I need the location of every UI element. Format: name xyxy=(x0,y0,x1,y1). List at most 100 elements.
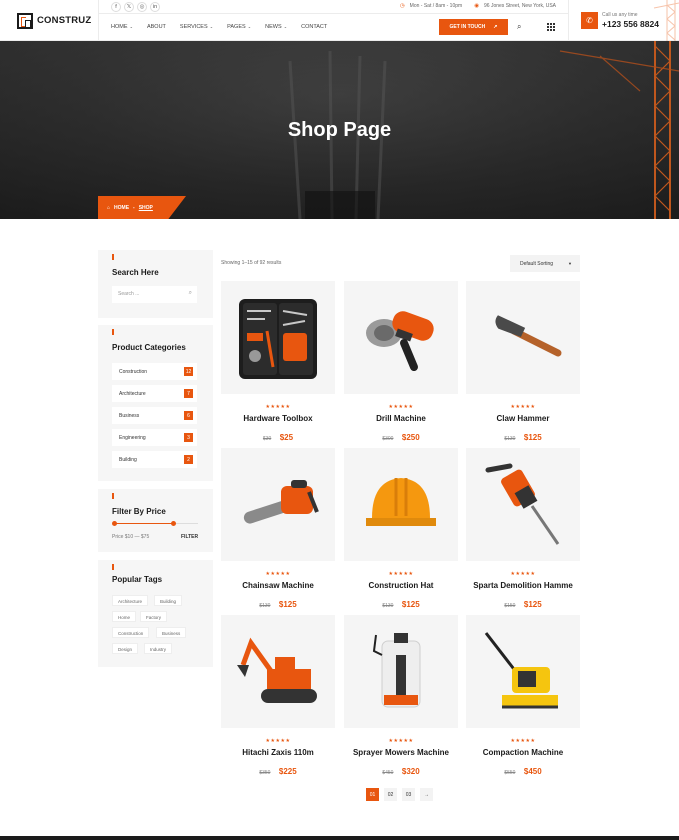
product-name[interactable]: Claw Hammer xyxy=(466,414,580,423)
product-price: $130 $125 xyxy=(221,594,335,612)
site-header: CONSTRUZ f 𝕏 ◎ in ◷ Mon - Sat / 8am - 10p… xyxy=(0,0,679,41)
price-max-handle[interactable] xyxy=(171,521,176,526)
search-placeholder: Search ... xyxy=(118,291,140,297)
search-icon[interactable]: ⌕ xyxy=(517,22,521,32)
product-name[interactable]: Construction Hat xyxy=(344,581,458,590)
product-image[interactable] xyxy=(344,615,458,728)
chevron-down-icon: ⌄ xyxy=(208,24,214,29)
nav-item-pages[interactable]: PAGES ⌄ xyxy=(227,24,251,30)
breadcrumb-home[interactable]: HOME xyxy=(114,205,129,211)
call-label: Call us any time xyxy=(602,12,638,18)
product-card[interactable]: ★★★★★ Sprayer Mowers Machine $450 $320 xyxy=(344,615,458,776)
instagram-icon[interactable]: ◎ xyxy=(137,2,147,12)
product-card[interactable]: ★★★★★ Construction Hat $130 $125 xyxy=(344,448,458,609)
opening-hours: Mon - Sat / 8am - 10pm xyxy=(409,3,463,9)
page-3[interactable]: 03 xyxy=(402,788,415,801)
product-image[interactable] xyxy=(344,281,458,394)
category-building[interactable]: Building 2 xyxy=(112,451,197,468)
rating-stars: ★★★★★ xyxy=(388,571,414,577)
category-label: Building xyxy=(119,457,137,463)
product-price: $550 $450 xyxy=(466,761,580,779)
tag-construction[interactable]: Construction xyxy=(112,627,150,638)
old-price: $130 xyxy=(382,603,394,609)
results-count: Showing 1–15 of 92 results xyxy=(221,260,282,266)
price-min-handle[interactable] xyxy=(112,521,117,526)
rating-stars: ★★★★★ xyxy=(388,738,414,744)
sale-price: $125 xyxy=(278,600,297,609)
page-title: Shop Page xyxy=(287,119,392,141)
product-image[interactable] xyxy=(466,281,580,394)
product-image[interactable] xyxy=(221,281,335,394)
product-card[interactable]: ★★★★★ Hitachi Zaxis 110m $350 $225 xyxy=(221,615,335,776)
footer-edge xyxy=(0,836,679,840)
category-construction[interactable]: Construction 12 xyxy=(112,363,197,380)
product-name[interactable]: Hitachi Zaxis 110m xyxy=(221,748,335,757)
nav-item-contact[interactable]: CONTACT xyxy=(301,24,327,30)
sale-price: $25 xyxy=(279,433,294,442)
product-card[interactable]: ★★★★★ Chainsaw Machine $130 $125 xyxy=(221,448,335,609)
product-image[interactable] xyxy=(221,448,335,561)
pagination: 01 02 03 → xyxy=(366,788,433,801)
page-2[interactable]: 02 xyxy=(384,788,397,801)
next-page-arrow-icon[interactable]: → xyxy=(420,788,433,801)
tag-architecture[interactable]: Architecture xyxy=(112,595,149,606)
product-card[interactable]: ★★★★★ Drill Machine $300 $250 xyxy=(344,281,458,442)
category-architecture[interactable]: Architecture 7 xyxy=(112,385,197,402)
sale-price: $125 xyxy=(401,600,420,609)
nav-item-home[interactable]: HOME ⌄ xyxy=(111,24,133,30)
tag-home[interactable]: Home xyxy=(112,611,137,622)
rating-stars: ★★★★★ xyxy=(265,404,291,410)
sort-value: Default Sorting xyxy=(520,261,554,267)
logo[interactable]: CONSTRUZ xyxy=(0,0,99,41)
tag-industry[interactable]: Industry xyxy=(144,643,173,654)
breadcrumb-separator: - xyxy=(133,204,135,211)
product-name[interactable]: Hardware Toolbox xyxy=(221,414,335,423)
tag-business[interactable]: Business xyxy=(156,627,187,638)
product-name[interactable]: Compaction Machine xyxy=(466,748,580,757)
category-business[interactable]: Business 6 xyxy=(112,407,197,424)
old-price: $350 xyxy=(259,770,271,776)
product-image[interactable] xyxy=(466,615,580,728)
product-name[interactable]: Sprayer Mowers Machine xyxy=(344,748,458,757)
cta-label: GET IN TOUCH xyxy=(449,24,486,30)
product-card[interactable]: ★★★★★ Claw Hammer $130 $125 xyxy=(466,281,580,442)
product-image[interactable] xyxy=(466,448,580,561)
tag-factory[interactable]: Factory xyxy=(140,611,168,622)
product-card[interactable]: ★★★★★ Compaction Machine $550 $450 xyxy=(466,615,580,776)
linkedin-icon[interactable]: in xyxy=(150,2,160,12)
product-name[interactable]: Drill Machine xyxy=(344,414,458,423)
top-info: ◷ Mon - Sat / 8am - 10pm ◉ 96 Jones Street… xyxy=(400,3,556,9)
nav-item-news[interactable]: NEWS ⌄ xyxy=(265,24,287,30)
search-input[interactable]: Search ... ⌕ xyxy=(112,286,197,303)
category-label: Business xyxy=(119,413,140,419)
tag-building[interactable]: Building xyxy=(154,595,183,606)
grid-menu-icon[interactable] xyxy=(547,23,555,31)
page-1[interactable]: 01 xyxy=(366,788,379,801)
widget-title: Search Here xyxy=(112,268,159,277)
tag-design[interactable]: Design xyxy=(112,643,139,654)
widget-accent xyxy=(112,493,114,499)
product-name[interactable]: Sparta Demolition Hamme xyxy=(466,581,580,590)
price-filter-widget: Filter By Price Price $10 — $75 FILTER xyxy=(98,489,213,552)
category-count: 12 xyxy=(184,367,193,376)
product-image[interactable] xyxy=(344,448,458,561)
nav-item-about[interactable]: ABOUT xyxy=(147,24,166,30)
product-card[interactable]: ★★★★★ Sparta Demolition Hamme $150 $125 xyxy=(466,448,580,609)
x-twitter-icon[interactable]: 𝕏 xyxy=(124,2,134,12)
rating-stars: ★★★★★ xyxy=(510,571,536,577)
sort-select[interactable]: Default Sorting ▼ xyxy=(510,255,580,272)
old-price: $130 xyxy=(504,436,516,442)
nav-item-services[interactable]: SERVICES ⌄ xyxy=(180,24,213,30)
product-card[interactable]: ★★★★★ Hardware Toolbox $30 $25 xyxy=(221,281,335,442)
filter-button[interactable]: FILTER xyxy=(181,534,198,540)
tags-widget: Popular Tags Architecture Building Home … xyxy=(98,560,213,667)
page-hero: Shop Page xyxy=(0,41,679,219)
facebook-icon[interactable]: f xyxy=(111,2,121,12)
product-name[interactable]: Chainsaw Machine xyxy=(221,581,335,590)
product-image[interactable] xyxy=(221,615,335,728)
search-icon[interactable]: ⌕ xyxy=(189,290,192,297)
excavator-icon xyxy=(237,637,317,703)
get-in-touch-button[interactable]: GET IN TOUCH ↗ xyxy=(439,19,508,35)
category-engineering[interactable]: Engineering 3 xyxy=(112,429,197,446)
chevron-down-icon: ⌄ xyxy=(128,24,133,29)
